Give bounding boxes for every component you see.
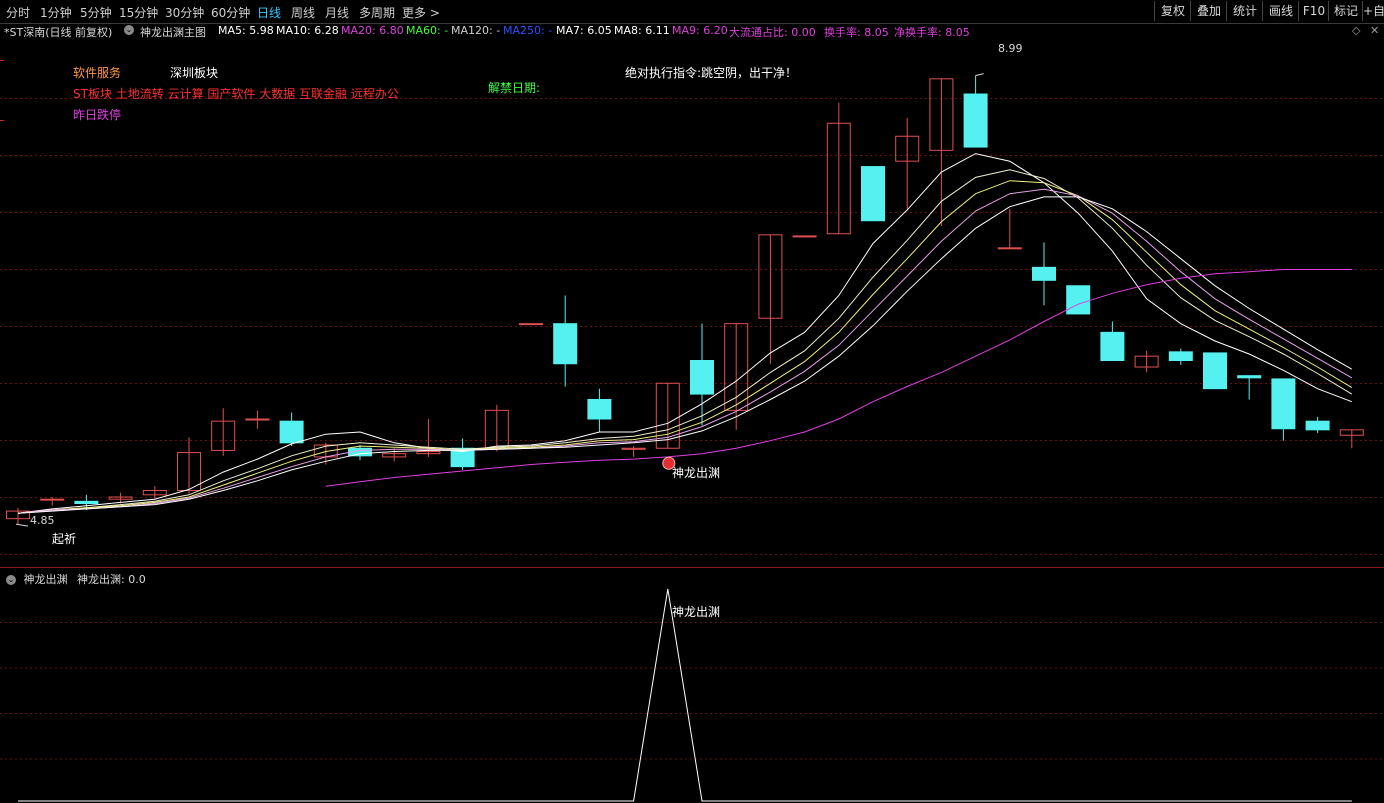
- instruction-label: 绝对执行指令:跳空阴，出干净！: [625, 66, 798, 80]
- ma20-value: MA20: 6.80: [341, 24, 404, 37]
- turnover-value: 换手率: 8.05: [824, 26, 889, 39]
- candle-body-down: [1237, 375, 1262, 379]
- candle-body-down: [1066, 285, 1091, 315]
- low-price-label: 4.85: [30, 514, 55, 527]
- float-ratio-value: 大流通占比: 0.00: [729, 26, 816, 39]
- high-price-label: 8.99: [998, 42, 1023, 55]
- period-tab-15min[interactable]: 15分钟: [119, 4, 158, 21]
- candle-body-down: [1100, 331, 1125, 362]
- candle-body-down: [1203, 352, 1227, 390]
- candle-body-up: [997, 247, 1022, 250]
- candle-body-up: [792, 235, 817, 238]
- candle-body-down: [553, 323, 578, 365]
- period-tab-daily[interactable]: 日线: [257, 4, 281, 21]
- candle-body-up: [519, 323, 543, 326]
- ma10-value: MA10: 6.28: [276, 24, 339, 37]
- period-tab-monthly[interactable]: 月线: [325, 4, 349, 21]
- period-tab-more[interactable]: 更多 >: [402, 4, 440, 21]
- candle-body-down: [74, 500, 99, 505]
- indicator-line: [18, 588, 1352, 802]
- period-tab-60min[interactable]: 60分钟: [211, 4, 250, 21]
- candle-body-down: [279, 420, 304, 444]
- concepts-label: ST板块 土地流转 云计算 国产软件 大数据 互联金融 远程办公: [73, 87, 399, 101]
- ma7-value: MA7: 6.05: [556, 24, 612, 37]
- statistics-button[interactable]: 统计: [1226, 1, 1263, 21]
- industry-label: 软件服务: [73, 66, 122, 80]
- candle-body-down: [861, 166, 885, 222]
- candle-body-down: [1032, 266, 1056, 281]
- period-tab-30min[interactable]: 30分钟: [165, 4, 204, 21]
- ma-line-ma7: [17, 169, 1353, 514]
- candle-body-down: [690, 360, 714, 395]
- ma120-value: MA120: -: [451, 24, 501, 37]
- close-icon[interactable]: ✕: [1370, 24, 1379, 37]
- net-turnover-value: 净换手率: 8.05: [894, 26, 970, 39]
- draw-line-button[interactable]: 画线: [1262, 1, 1299, 21]
- candle-body-down: [587, 399, 612, 420]
- f10-button[interactable]: F10: [1298, 1, 1329, 21]
- candle-body-down: [1168, 351, 1193, 362]
- high-marker: [975, 73, 984, 77]
- main-chart-name[interactable]: 神龙出渊主图: [140, 24, 206, 40]
- period-tab-timeshare[interactable]: 分时: [6, 4, 30, 21]
- ma8-value: MA8: 6.11: [614, 24, 670, 37]
- period-tab-1min[interactable]: 1分钟: [40, 4, 72, 21]
- custom-button[interactable]: +自: [1362, 1, 1384, 21]
- stock-title[interactable]: *ST深南(日线 前复权): [4, 24, 112, 40]
- indicator-info-bar: *ST深南(日线 前复权) ⌄ 神龙出渊主图 MA5: 5.98 MA10: 6…: [4, 24, 1380, 40]
- ma5-value: MA5: 5.98: [218, 24, 274, 37]
- candle-body-up: [245, 418, 270, 421]
- ma-line-ma20: [325, 269, 1352, 487]
- ma250-value: MA250: -: [503, 24, 553, 37]
- indicator-peak-label: 神龙出渊: [672, 605, 721, 619]
- mark-button[interactable]: 标记: [1328, 1, 1363, 21]
- period-toolbar: 分时 1分钟 5分钟 15分钟 30分钟 60分钟 日线 周线 月线 多周期 更…: [0, 0, 1384, 24]
- low-marker: [15, 523, 29, 527]
- start-label: 起祈: [52, 532, 77, 546]
- yesterday-status-label: 昨日跌停: [73, 108, 122, 122]
- candle-body-up: [40, 498, 65, 501]
- ma60-value: MA60: -: [406, 24, 449, 37]
- candle-body-down: [1271, 378, 1296, 430]
- ma9-value: MA9: 6.20: [672, 24, 728, 37]
- overlay-button[interactable]: 叠加: [1190, 1, 1227, 21]
- diamond-icon[interactable]: ◇: [1352, 24, 1360, 37]
- adjust-button[interactable]: 复权: [1154, 1, 1191, 21]
- candle-body-down: [1305, 420, 1330, 431]
- candlestick-chart[interactable]: [0, 42, 1384, 568]
- period-tab-5min[interactable]: 5分钟: [80, 4, 112, 21]
- ma-line-ma5: [17, 153, 1352, 514]
- unlock-date-label: 解禁日期:: [488, 81, 541, 95]
- period-tab-weekly[interactable]: 周线: [291, 4, 315, 21]
- candle-body-down: [963, 93, 988, 148]
- sector-label: 深圳板块: [170, 66, 219, 80]
- signal-label: 神龙出渊: [672, 466, 721, 480]
- period-tab-multi[interactable]: 多周期: [359, 4, 395, 21]
